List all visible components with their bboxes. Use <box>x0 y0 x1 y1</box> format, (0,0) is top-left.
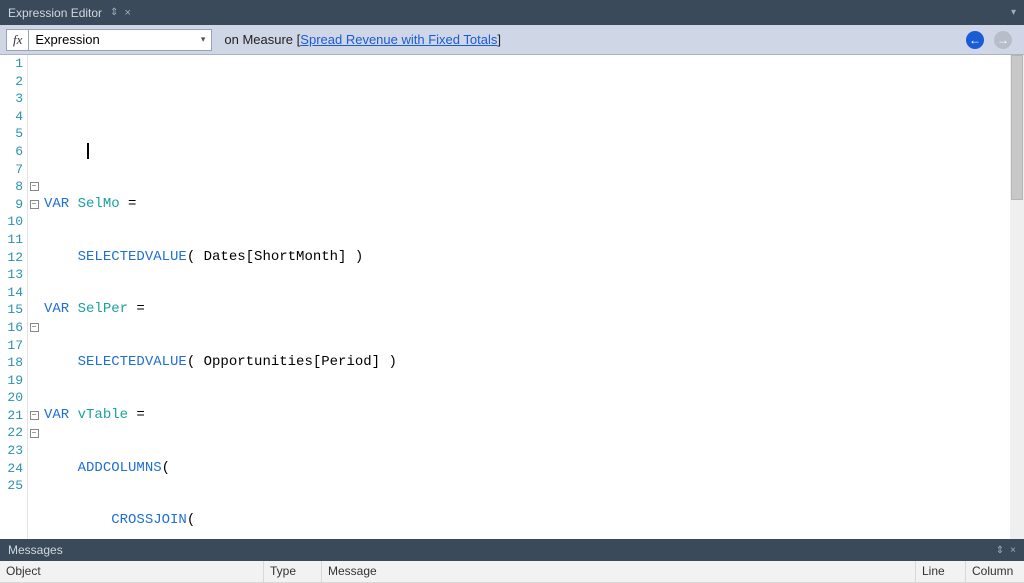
expression-type-value: Expression <box>35 32 99 47</box>
nav-forward-button: → <box>994 31 1012 49</box>
fold-toggle-icon[interactable]: − <box>30 182 39 191</box>
messages-titlebar: Messages ⇕ × <box>0 539 1024 561</box>
code-editor[interactable]: 1234567891011121314151617181920212223242… <box>0 55 1024 539</box>
editor-titlebar: Expression Editor ⇕ × ▾ <box>0 0 1024 25</box>
fold-toggle-icon[interactable]: − <box>30 411 39 420</box>
col-message[interactable]: Message <box>322 561 916 582</box>
expression-type-dropdown[interactable]: Expression ▾ <box>28 29 212 51</box>
measure-context: on Measure [Spread Revenue with Fixed To… <box>224 32 501 47</box>
col-column[interactable]: Column <box>966 561 1024 582</box>
dropdown-arrow-icon: ▾ <box>201 34 206 45</box>
vertical-scrollbar[interactable] <box>1010 55 1024 539</box>
messages-pin-icon[interactable]: ⇕ <box>996 545 1004 556</box>
nav-arrows: ← → <box>966 31 1018 49</box>
formula-toolbar: fx Expression ▾ on Measure [Spread Reven… <box>0 25 1024 55</box>
scrollbar-thumb[interactable] <box>1011 55 1023 200</box>
fold-gutter: − − − − − <box>28 55 40 539</box>
fx-label: fx <box>6 29 28 51</box>
editor-title: Expression Editor <box>8 6 102 20</box>
close-tab-icon[interactable]: × <box>124 7 130 19</box>
col-line[interactable]: Line <box>916 561 966 582</box>
text-cursor <box>87 143 89 159</box>
measure-link[interactable]: Spread Revenue with Fixed Totals <box>300 32 497 47</box>
messages-header: Object Type Message Line Column <box>0 561 1024 583</box>
fold-toggle-icon[interactable]: − <box>30 200 39 209</box>
fold-toggle-icon[interactable]: − <box>30 323 39 332</box>
code-content[interactable]: VAR SelMo = SELECTEDVALUE( Dates[ShortMo… <box>40 55 1024 539</box>
line-gutter: 1234567891011121314151617181920212223242… <box>0 55 28 539</box>
pin-icon[interactable]: ⇕ <box>110 7 118 18</box>
nav-back-button[interactable]: ← <box>966 31 984 49</box>
messages-close-icon[interactable]: × <box>1010 545 1016 556</box>
col-object[interactable]: Object <box>0 561 264 582</box>
window-menu-icon[interactable]: ▾ <box>1011 7 1016 18</box>
messages-title: Messages <box>8 543 63 557</box>
col-type[interactable]: Type <box>264 561 322 582</box>
fold-toggle-icon[interactable]: − <box>30 429 39 438</box>
